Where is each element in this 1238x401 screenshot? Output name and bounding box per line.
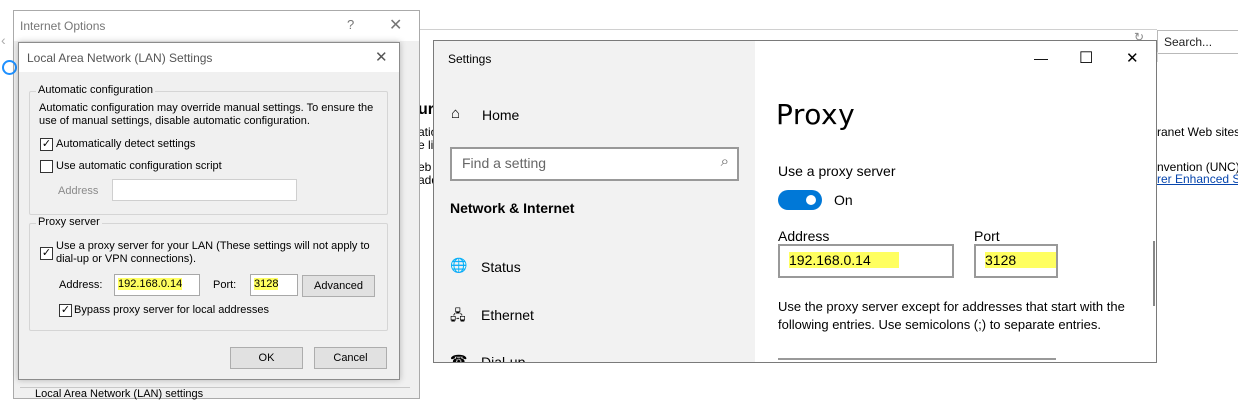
settings-window: Settings ⌂ Home Find a setting ⌕ Network… — [433, 40, 1157, 363]
lan-dialog-titlebar: Local Area Network (LAN) Settings ✕ — [19, 43, 399, 72]
lan-settings-group-label: Local Area Network (LAN) settings — [35, 388, 204, 400]
lan-settings-dialog: Local Area Network (LAN) Settings ✕ Auto… — [18, 42, 400, 380]
minimize-button[interactable]: — — [1034, 50, 1048, 66]
page-title: Proxy — [776, 98, 856, 131]
proxy-address-value: 192.168.0.14 — [118, 278, 183, 290]
port-value: 3128 — [985, 252, 1057, 268]
auto-detect-checkbox[interactable]: ✓ — [40, 138, 53, 151]
globe-icon: 🌐 — [450, 257, 468, 273]
find-setting-placeholder: Find a setting — [462, 155, 547, 171]
bypass-local-label[interactable]: Bypass proxy server for local addresses — [74, 304, 269, 317]
lan-dialog-title: Local Area Network (LAN) Settings — [27, 51, 213, 65]
page-text-fragment: ranet Web sites — [1157, 125, 1238, 139]
address-input[interactable]: 192.168.0.14 — [778, 244, 954, 278]
browser-search-divider — [1157, 52, 1238, 62]
settings-nav-pane: Settings ⌂ Home Find a setting ⌕ Network… — [434, 41, 755, 362]
ethernet-icon: 🖧 — [450, 307, 466, 323]
cancel-button[interactable]: Cancel — [314, 347, 387, 369]
browser-search-box[interactable]: Search... — [1157, 30, 1238, 54]
address-label: Address — [778, 228, 830, 244]
nav-item-dialup[interactable]: Dial-up — [481, 354, 525, 362]
toggle-knob — [806, 195, 816, 205]
close-button[interactable]: ✕ — [1126, 49, 1139, 67]
proxy-address-field[interactable]: 192.168.0.14 — [114, 274, 200, 296]
back-arrow-icon[interactable]: ‹ — [1, 32, 6, 48]
use-proxy-label[interactable]: Use a proxy server for your LAN (These s… — [56, 240, 381, 266]
help-button[interactable]: ? — [347, 17, 354, 32]
script-address-label: Address — [58, 185, 99, 197]
proxy-server-group-label: Proxy server — [36, 216, 102, 228]
address-value: 192.168.0.14 — [789, 252, 899, 268]
proxy-port-field[interactable]: 3128 — [250, 274, 298, 296]
page-link-fragment[interactable]: rer Enhanced S — [1157, 172, 1238, 186]
nav-section-heading: Network & Internet — [450, 200, 575, 216]
proxy-port-value: 3128 — [254, 278, 279, 290]
internet-options-title: Internet Options — [20, 19, 106, 33]
port-input[interactable]: 3128 — [974, 244, 1058, 278]
bypass-local-checkbox[interactable]: ✓ — [59, 304, 72, 317]
nav-home[interactable]: Home — [482, 107, 519, 123]
browser-search-placeholder: Search... — [1164, 35, 1213, 49]
settings-window-title: Settings — [448, 52, 492, 66]
nav-item-ethernet[interactable]: Ethernet — [481, 307, 534, 323]
auto-script-label[interactable]: Use automatic configuration script — [56, 160, 222, 173]
exceptions-description: Use the proxy server except for addresse… — [778, 299, 1125, 332]
ok-button[interactable]: OK — [230, 347, 303, 369]
toggle-state-label: On — [834, 192, 853, 208]
auto-config-group-label: Automatic configuration — [36, 84, 155, 96]
internet-options-titlebar: Internet Options ? ✕ — [14, 11, 419, 41]
use-proxy-server-label: Use a proxy server — [778, 163, 896, 179]
auto-config-description: Automatic configuration may override man… — [39, 102, 374, 127]
use-proxy-toggle[interactable] — [778, 190, 822, 210]
dialup-icon: ☎ — [450, 352, 468, 363]
auto-detect-label[interactable]: Automatically detect settings — [56, 138, 195, 151]
close-button[interactable]: ✕ — [389, 15, 402, 35]
close-button[interactable]: ✕ — [375, 48, 388, 66]
auto-script-checkbox[interactable] — [40, 160, 53, 173]
exceptions-input[interactable] — [778, 358, 1056, 362]
script-address-field[interactable] — [112, 179, 297, 201]
page-text-fragment: eb — [418, 160, 432, 174]
maximize-button[interactable]: ☐ — [1079, 48, 1093, 68]
scrollbar-thumb[interactable] — [1153, 241, 1155, 306]
ie-logo-icon — [2, 60, 17, 75]
use-proxy-checkbox[interactable]: ✓ — [40, 247, 53, 260]
nav-item-status[interactable]: Status — [481, 259, 521, 275]
advanced-button[interactable]: Advanced — [302, 275, 375, 297]
browser-tab-strip — [418, 29, 1157, 30]
proxy-address-label: Address: — [59, 279, 103, 291]
proxy-port-label: Port: — [213, 279, 237, 291]
home-icon: ⌂ — [451, 105, 461, 122]
search-icon: ⌕ — [720, 153, 729, 170]
find-setting-input[interactable]: Find a setting ⌕ — [450, 147, 739, 181]
port-label: Port — [974, 228, 1000, 244]
